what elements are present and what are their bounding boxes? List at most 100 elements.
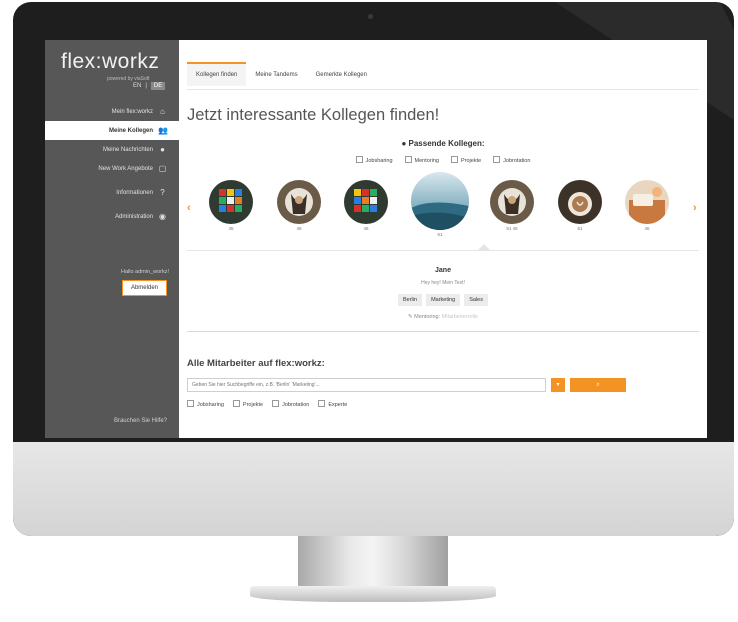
filter-jobsharing[interactable]: Jobsharing (355, 156, 393, 164)
checkbox[interactable] (272, 400, 280, 407)
colleague-tags: Berlin Marketing Sales (179, 294, 707, 306)
sidebar: flex:workz powered by viaSoft EN | DE Me… (45, 40, 179, 438)
matches-title-text: Passende Kollegen: (408, 139, 485, 148)
app-screen: flex:workz powered by viaSoft EN | DE Me… (45, 40, 707, 438)
main-content: Kollegen finden Meine Tandems Gemerkte K… (179, 40, 707, 438)
filter-label: Projekte (460, 158, 482, 164)
search-filter-jobrotation[interactable]: Jobrotation (272, 400, 309, 408)
tab-meine-tandems[interactable]: Meine Tandems (246, 62, 306, 86)
avatar (625, 180, 669, 224)
colleague-card[interactable]: 51 (558, 180, 602, 231)
monitor-chin (13, 442, 734, 536)
detail-divider (187, 250, 699, 251)
colleague-meta: 51 (577, 226, 583, 231)
colleague-meta: 51 46 (506, 226, 518, 231)
checkbox[interactable] (318, 400, 326, 407)
tab-divider (187, 89, 699, 90)
camera-icon (368, 14, 373, 19)
colleague-card[interactable]: 51 46 (490, 180, 534, 231)
colleague-name: Jane (435, 267, 451, 274)
checkbox[interactable] (404, 156, 412, 163)
avatar (277, 180, 321, 224)
calendar-icon: ▢ (158, 164, 167, 173)
search-filter-experte[interactable]: Experte (318, 400, 347, 408)
selected-pointer (477, 244, 491, 251)
checkbox[interactable] (232, 400, 240, 407)
filter-label: Jobsharing (365, 158, 393, 164)
search-icon: ⌕ (596, 382, 600, 388)
search-button[interactable]: ⌕ (570, 378, 626, 392)
sidebar-item-mein-flexworkz[interactable]: Mein flex:workz ⌂ (45, 102, 179, 121)
checkbox[interactable] (493, 156, 501, 163)
chat-icon: ● (160, 145, 165, 154)
filter-label: Mentoring (414, 158, 439, 164)
search-filter-projekte[interactable]: Projekte (232, 400, 264, 408)
search-input[interactable] (187, 378, 546, 392)
colleague-card[interactable]: 46 (277, 180, 321, 231)
filter-label: Jobsharing (197, 402, 224, 408)
help-link[interactable]: Brauchen Sie Hilfe? (114, 418, 167, 424)
monitor-foot (250, 586, 496, 602)
matches-filters: Jobsharing Mentoring Projekte Jobrotatio… (179, 156, 707, 164)
filter-label: Experte (328, 402, 348, 408)
checkbox[interactable] (355, 156, 363, 163)
filter-label: Projekte (242, 402, 264, 408)
filter-label: Jobrotation (503, 158, 531, 164)
home-icon: ⌂ (160, 107, 165, 116)
avatar (411, 172, 469, 230)
filter-mentoring[interactable]: Mentoring (404, 156, 439, 164)
tag: Berlin (398, 294, 423, 306)
section-divider (187, 331, 699, 332)
colleague-carousel: ‹ › 45 46 46 61 51 46 51 46 (179, 172, 707, 242)
colleague-meta: 46 (363, 226, 369, 231)
sidebar-item-meine-nachrichten[interactable]: Meine Nachrichten ● (45, 140, 179, 159)
filter-jobrotation[interactable]: Jobrotation (493, 156, 530, 164)
colleague-meta: 61 (437, 232, 443, 237)
question-icon: ? (160, 188, 165, 197)
lang-en[interactable]: EN (133, 83, 141, 89)
user-greeting: Hallo admin_workz! (121, 269, 169, 275)
avatar (558, 180, 602, 224)
logout-button[interactable]: Abmelden (121, 280, 167, 296)
sidebar-item-administration[interactable]: Administration ◉ (45, 207, 179, 226)
colleague-meta: 45 (228, 226, 234, 231)
sidebar-item-label: Mein flex:workz (111, 108, 153, 115)
eye-icon: ◉ (159, 212, 166, 221)
checkbox[interactable] (450, 156, 458, 163)
sidebar-item-label: Administration (114, 213, 153, 220)
avatar (344, 180, 388, 224)
filter-projekte[interactable]: Projekte (450, 156, 482, 164)
sidebar-item-informationen[interactable]: Informationen ? (45, 183, 179, 202)
all-employees-title: Alle Mitarbeiter auf flex:workz: (187, 358, 325, 369)
sidebar-item-label: Informationen (116, 189, 153, 196)
search-filter-jobsharing[interactable]: Jobsharing (187, 400, 224, 408)
sidebar-item-label: Meine Nachrichten (102, 146, 153, 153)
tab-gemerkte-kollegen[interactable]: Gemerkte Kollegen (307, 62, 376, 86)
app-logo[interactable]: flex:workz (61, 50, 159, 74)
colleague-card[interactable]: 46 (625, 180, 669, 231)
colleague-card[interactable]: 46 (344, 180, 388, 231)
mentoring-label: Mentoring: (414, 314, 441, 320)
sidebar-item-new-work-angebote[interactable]: New Work Angebote ▢ (45, 159, 179, 178)
colleague-mentoring: ✎ Mentoring: Mitarbeiterrolle (179, 314, 707, 320)
colleague-meta: 46 (296, 226, 302, 231)
colleague-card[interactable]: 45 (209, 180, 253, 231)
colleague-card-selected[interactable]: 61 (411, 172, 469, 237)
lang-de[interactable]: DE (150, 82, 166, 90)
colleague-meta: 46 (644, 226, 650, 231)
sidebar-item-meine-kollegen[interactable]: Meine Kollegen 👥 (45, 121, 179, 140)
filter-label: Jobrotation (282, 402, 310, 408)
carousel-next-icon[interactable]: › (693, 202, 697, 214)
tag: Marketing (426, 294, 461, 306)
avatar (490, 180, 534, 224)
mentoring-icon: ✎ (407, 314, 413, 320)
sidebar-item-label: Meine Kollegen (108, 127, 153, 134)
search-filters: Jobsharing Projekte Jobrotation Experte (187, 400, 347, 408)
search-dropdown-button[interactable]: ▾ (551, 378, 565, 392)
checkbox[interactable] (187, 400, 194, 407)
page-title: Jetzt interessante Kollegen finden! (187, 106, 440, 124)
carousel-prev-icon[interactable]: ‹ (187, 202, 191, 214)
avatar (209, 180, 253, 224)
info-icon: ● (401, 139, 407, 148)
tab-kollegen-finden[interactable]: Kollegen finden (187, 62, 247, 86)
